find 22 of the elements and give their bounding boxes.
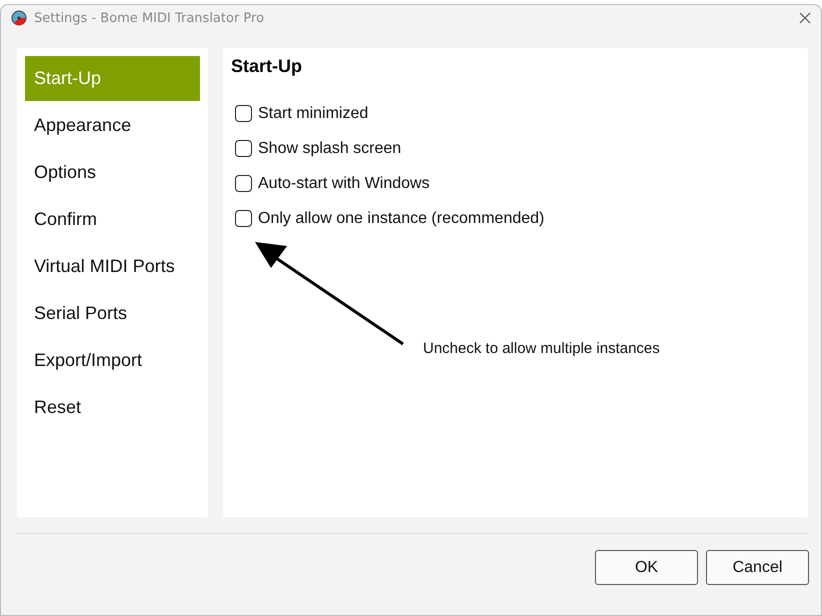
- sidebar-item[interactable]: Options: [25, 150, 200, 195]
- checkbox[interactable]: [235, 140, 252, 157]
- window-title: Settings - Bome MIDI Translator Pro: [34, 10, 266, 26]
- sidebar-item[interactable]: Reset: [25, 385, 200, 430]
- cancel-button[interactable]: Cancel: [706, 550, 809, 585]
- app-icon: [11, 10, 27, 26]
- ok-button[interactable]: OK: [595, 550, 698, 585]
- close-button[interactable]: [797, 10, 813, 26]
- checkbox-label: Show splash screen: [258, 140, 402, 158]
- checkbox-label: Auto-start with Windows: [258, 174, 430, 192]
- checkbox[interactable]: [235, 210, 252, 227]
- sidebar-item[interactable]: Export/Import: [25, 338, 200, 383]
- section-heading: Start-Up: [231, 56, 303, 77]
- checkbox[interactable]: [235, 175, 252, 192]
- sidebar-item[interactable]: Serial Ports: [25, 291, 200, 336]
- checkbox[interactable]: [235, 105, 252, 122]
- sidebar-item[interactable]: Appearance: [25, 103, 200, 148]
- annotation-text: Uncheck to allow multiple instances: [423, 340, 660, 357]
- checkbox-label: Start minimized: [258, 104, 368, 122]
- sidebar-item[interactable]: Confirm: [25, 197, 200, 242]
- checkbox-label: Only allow one instance (recommended): [258, 210, 544, 228]
- sidebar-item[interactable]: Virtual MIDI Ports: [25, 244, 200, 289]
